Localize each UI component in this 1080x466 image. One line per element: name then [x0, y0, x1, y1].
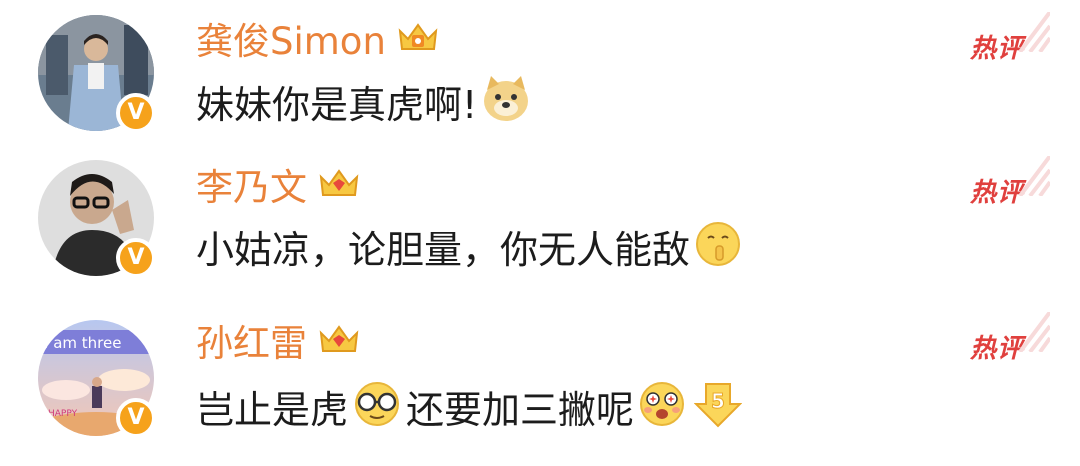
avatar-small-text: HAPPY [48, 409, 78, 419]
hot-mark-icon [1018, 156, 1050, 196]
number-five-arrow-icon: 5 [693, 380, 743, 439]
comment-text: 岂止是虎 还要加三撇呢 5 [196, 382, 746, 439]
shush-face-emoji-icon [694, 220, 742, 279]
comment-item: I am three HAPPY V 孙红雷 岂止是虎 还要加三撇呢 5 热评 [0, 300, 1080, 450]
comment-text: 小姑凉，论胆量，你无人能敌 [196, 222, 746, 279]
avatar-banner-text: I am three [44, 334, 121, 352]
avatar[interactable]: V [38, 160, 156, 278]
crown-badge-icon [396, 19, 440, 63]
username[interactable]: 李乃文 [196, 166, 361, 210]
hot-mark-icon [1018, 312, 1050, 352]
verified-badge: V [116, 398, 156, 438]
crown-badge-icon [317, 321, 361, 365]
glasses-face-emoji-icon [352, 380, 402, 439]
comment-text: 妹妹你是真虎啊! [196, 76, 535, 135]
avatar[interactable]: I am three HAPPY V [38, 320, 156, 438]
avatar[interactable]: V [38, 15, 156, 133]
amazed-face-emoji-icon [638, 380, 686, 439]
username[interactable]: 孙红雷 [196, 322, 361, 366]
crown-badge-icon [317, 165, 361, 209]
verified-badge: V [116, 93, 156, 133]
hot-mark-icon [1018, 12, 1050, 52]
username[interactable]: 龚俊Simon [196, 20, 440, 64]
verified-badge: V [116, 238, 156, 278]
doge-emoji-icon [481, 74, 531, 135]
comment-item: V 李乃文 小姑凉，论胆量，你无人能敌 热评 [0, 150, 1080, 300]
svg-text:5: 5 [711, 389, 725, 413]
comment-item: V 龚俊Simon 妹妹你是真虎啊! 热评 [0, 0, 1080, 150]
